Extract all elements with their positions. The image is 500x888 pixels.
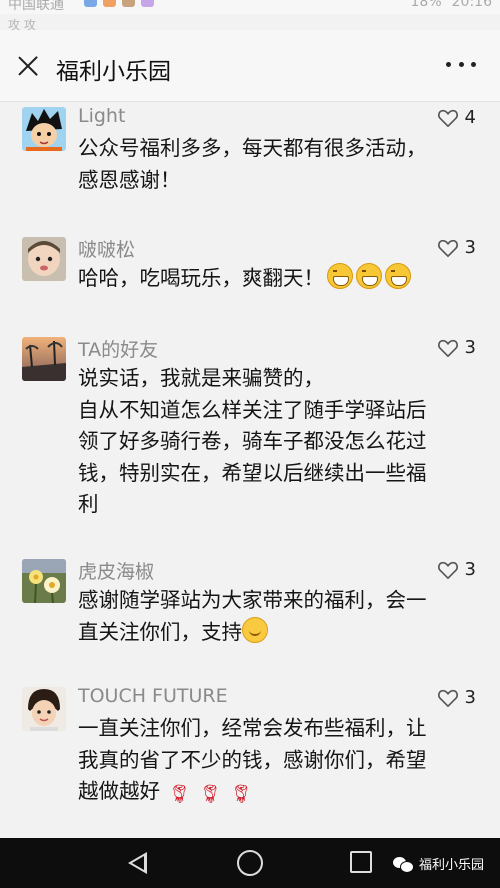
like-button[interactable]: 4 xyxy=(437,107,476,128)
app-header: 福利小乐园 xyxy=(0,30,500,102)
avatar[interactable] xyxy=(22,237,66,281)
like-button[interactable]: 3 xyxy=(437,237,476,258)
more-options-icon[interactable] xyxy=(446,56,476,72)
like-count: 4 xyxy=(464,107,476,128)
comment-text: 感谢随学驿站为大家带来的福利，会一 直关注你们，支持 xyxy=(78,585,478,648)
like-count: 3 xyxy=(464,237,476,258)
heart-icon xyxy=(437,689,458,707)
comment-nickname: TOUCH FUTURE xyxy=(78,685,228,707)
avatar[interactable] xyxy=(22,687,66,731)
rose-emoji-icon: 🌹︎ xyxy=(168,784,191,805)
comment-nickname: 虎皮海椒 xyxy=(78,561,155,583)
avatar[interactable] xyxy=(22,107,66,151)
comment-text: 说实话，我就是来骗赞的， 自从不知道怎么样关注了随手学驿站后 领了好多骑行卷，骑… xyxy=(78,366,427,516)
wechat-icon xyxy=(392,856,414,873)
comment-text: 公众号福利多多，每天都有很多活动， 感恩感谢！ xyxy=(78,136,427,192)
status-right: 18% 20:16 xyxy=(411,0,492,10)
time-label: 20:16 xyxy=(451,0,492,10)
battery-label: 18% xyxy=(410,0,442,10)
notification-icons xyxy=(84,0,154,7)
notification-icon xyxy=(141,0,154,7)
comment-nickname: Light xyxy=(78,105,126,127)
rose-emoji-icon: 🌹︎ xyxy=(198,784,222,805)
grinning-face-emoji-icon xyxy=(356,263,382,289)
home-icon[interactable] xyxy=(237,850,263,876)
carrier-label: 中国联通 xyxy=(8,0,64,13)
comment-text: 哈哈，吃喝玩乐，爽翻天！ xyxy=(78,263,478,295)
heart-icon xyxy=(437,239,458,257)
rose-emoji-icon: 🌹︎ xyxy=(229,784,253,805)
like-button[interactable]: 3 xyxy=(437,559,476,580)
notification-icon xyxy=(122,0,135,7)
heart-icon xyxy=(437,339,458,357)
comment-text-content: 哈哈，吃喝玩乐，爽翻天！ xyxy=(78,266,324,290)
comment-nickname: TA的好友 xyxy=(78,339,159,361)
watermark-label: 福利小乐园 xyxy=(418,858,484,873)
like-count: 3 xyxy=(464,687,476,708)
system-nav-bar: 福利小乐园 xyxy=(0,838,500,888)
back-icon[interactable] xyxy=(128,852,147,874)
notification-icon xyxy=(84,0,97,7)
close-icon[interactable] xyxy=(14,52,42,80)
avatar[interactable] xyxy=(22,337,66,381)
watermark: 福利小乐园 xyxy=(392,854,484,873)
heart-icon xyxy=(437,109,458,127)
recent-apps-icon[interactable] xyxy=(350,851,372,873)
like-count: 3 xyxy=(464,337,476,358)
comment-nickname: 啵啵松 xyxy=(78,239,136,261)
like-button[interactable]: 3 xyxy=(437,687,476,708)
grinning-face-emoji-icon xyxy=(385,263,411,289)
grinning-face-emoji-icon xyxy=(327,263,353,289)
page-title: 福利小乐园 xyxy=(56,59,171,85)
comment-list[interactable]: Light 4 公众号福利多多，每天都有很多活动， 感恩感谢！ 啵啵松 3 哈哈… xyxy=(0,103,500,838)
like-count: 3 xyxy=(464,559,476,580)
comment-text: 一直关注你们，经常会发布些福利，让 我真的省了不少的钱，感谢你们，希望 越做越好… xyxy=(78,713,478,811)
smiling-face-emoji-icon xyxy=(242,616,268,643)
avatar[interactable] xyxy=(22,559,66,603)
heart-icon xyxy=(437,561,458,579)
notification-icon xyxy=(103,0,116,7)
status-bar: 中国联通 18% 20:16 xyxy=(0,0,500,14)
like-button[interactable]: 3 xyxy=(437,337,476,358)
